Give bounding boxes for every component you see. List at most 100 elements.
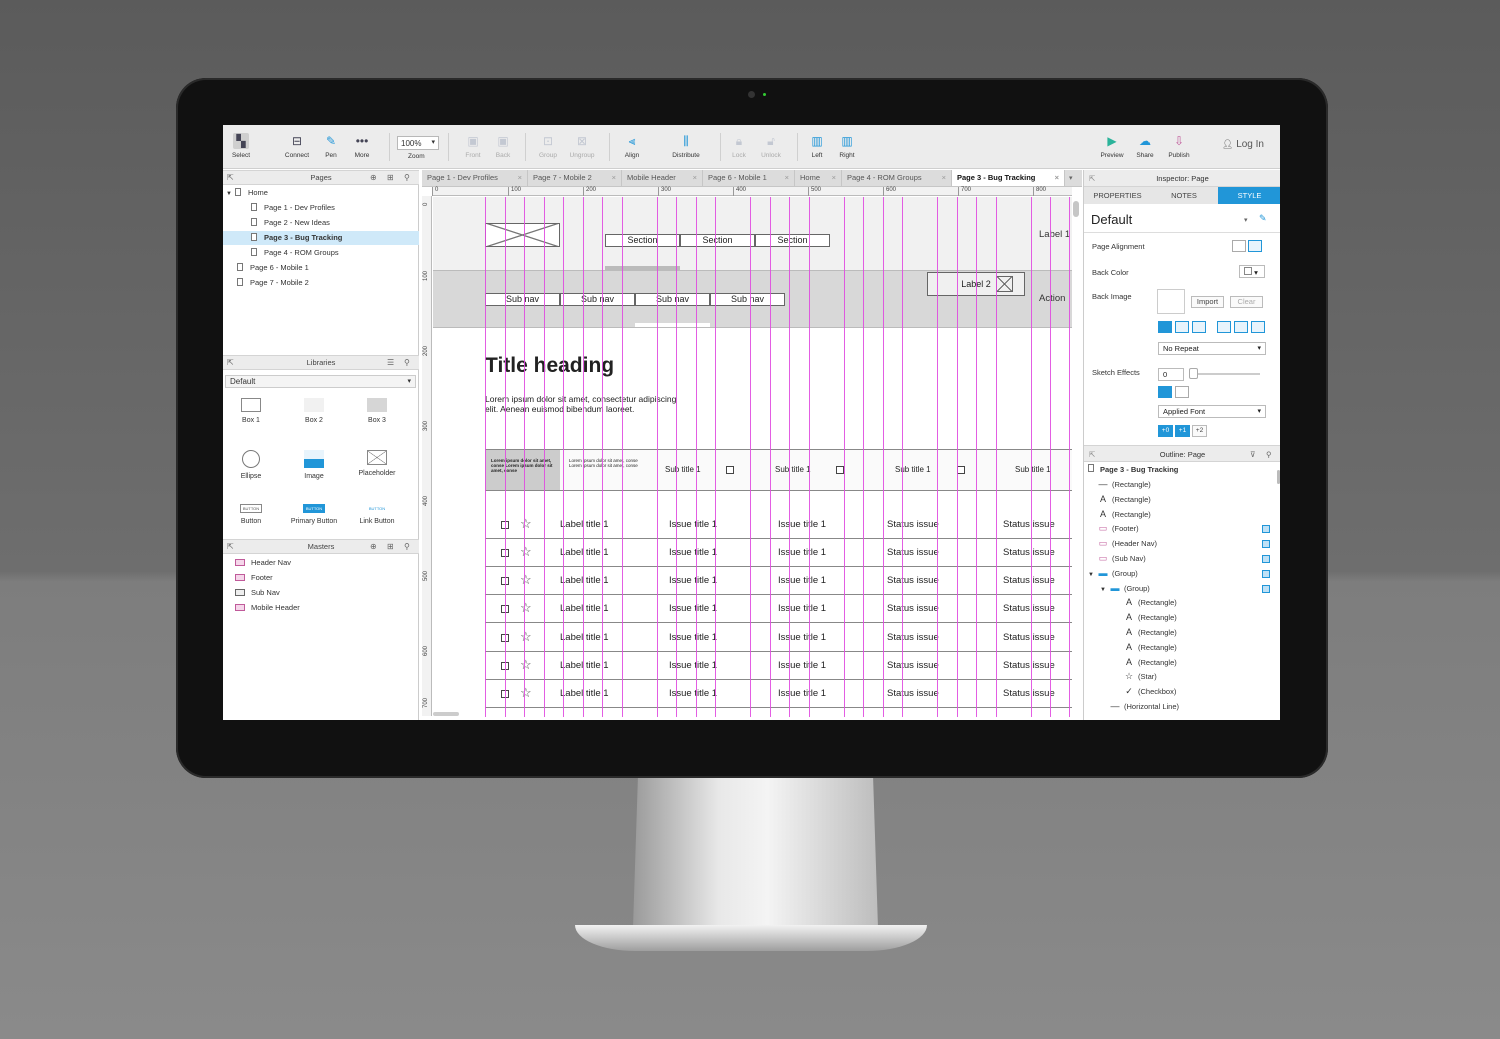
font-step-1[interactable]: +1 <box>1175 425 1190 437</box>
zoom-select[interactable]: 100% ▾ <box>397 136 439 150</box>
star-icon[interactable]: ☆ <box>520 600 532 616</box>
header-checkbox[interactable] <box>836 466 844 474</box>
close-icon[interactable]: × <box>612 170 616 186</box>
page-tree-item[interactable]: Page 6 - Mobile 1 <box>237 261 309 275</box>
master-item[interactable]: Footer <box>235 571 273 585</box>
outline-item[interactable]: — (Rectangle) <box>1098 477 1151 492</box>
outline-root[interactable]: Page 3 - Bug Tracking <box>1088 462 1178 477</box>
header-checkbox[interactable] <box>726 466 734 474</box>
align-left-page-icon[interactable] <box>1232 240 1246 252</box>
login-button[interactable]: 👤︎ Log In <box>1222 139 1264 150</box>
design-canvas[interactable]: Section Section Section Label 1 Sub nav … <box>433 197 1072 717</box>
star-icon[interactable]: ☆ <box>520 544 532 560</box>
back-button[interactable]: ▣ Back <box>483 133 523 159</box>
repeat-select[interactable]: No Repeat ▾ <box>1158 342 1266 355</box>
tab-style[interactable]: STYLE <box>1218 187 1280 204</box>
master-item[interactable]: Header Nav <box>235 556 291 570</box>
widget-link-button[interactable]: BUTTON Link Button <box>347 504 407 525</box>
collapse-icon[interactable]: ⇱ <box>227 540 234 553</box>
publish-button[interactable]: ⇩ Publish <box>1159 133 1199 159</box>
widget-primary-button[interactable]: BUTTON Primary Button <box>284 504 344 525</box>
outline-scrollbar[interactable] <box>1277 470 1280 484</box>
add-folder-icon[interactable]: ⊞ <box>387 171 394 184</box>
subnav-button[interactable]: Sub nav <box>560 293 635 306</box>
widget-box1[interactable]: Box 1 <box>223 398 281 424</box>
tabs-dropdown-icon[interactable]: ▾ <box>1069 174 1081 184</box>
align-button[interactable]: ⫷ Align <box>612 133 652 160</box>
back-color-picker[interactable]: ▾ <box>1239 265 1265 278</box>
triangle-down-icon[interactable]: ▼ <box>1100 587 1106 593</box>
action-link[interactable]: Action <box>1039 293 1065 304</box>
sketch-value-input[interactable]: 0 <box>1158 368 1184 381</box>
library-select[interactable]: Default ▾ <box>225 375 416 388</box>
page-tree-item[interactable]: Page 2 - New Ideas <box>251 216 330 230</box>
page-tree-item[interactable]: ▼ Home <box>226 186 268 200</box>
widget-box3[interactable]: Box 3 <box>347 398 407 424</box>
page-tree-item[interactable]: Page 3 - Bug Tracking <box>251 231 342 245</box>
star-icon[interactable]: ☆ <box>520 657 532 673</box>
image-align-icon[interactable] <box>1175 321 1189 333</box>
tab-page4[interactable]: Page 4 - ROM Groups × <box>842 170 952 186</box>
master-item[interactable]: Mobile Header <box>235 601 300 615</box>
search-icon[interactable]: ⚲ <box>1266 446 1272 463</box>
triangle-down-icon[interactable]: ▼ <box>1088 572 1094 578</box>
close-icon[interactable]: × <box>785 170 789 186</box>
master-item[interactable]: Sub Nav <box>235 586 280 600</box>
widget-button[interactable]: BUTTON Button <box>223 504 281 525</box>
close-icon[interactable]: × <box>518 170 522 186</box>
ungroup-button[interactable]: ⊠ Ungroup <box>562 133 602 159</box>
subnav-button[interactable]: Sub nav <box>710 293 785 306</box>
section-button[interactable]: Section <box>680 234 755 247</box>
outline-item[interactable]: ▭ (Header Nav) <box>1098 536 1157 551</box>
outline-item[interactable]: ▼ ▬ (Group) <box>1088 566 1138 581</box>
star-icon[interactable]: ☆ <box>520 629 532 645</box>
unlock-button[interactable]: 🔓︎ Unlock <box>751 133 791 160</box>
tab-notes[interactable]: NOTES <box>1151 187 1217 204</box>
close-icon[interactable]: × <box>1055 170 1059 186</box>
logo-placeholder[interactable] <box>485 223 560 247</box>
outline-item[interactable]: A (Rectangle) <box>1124 610 1177 625</box>
collapse-icon[interactable]: ⇱ <box>227 356 234 369</box>
outline-item[interactable]: ▭ (Sub Nav) <box>1098 551 1146 566</box>
sketch-gray-icon[interactable] <box>1175 386 1189 398</box>
menu-icon[interactable]: ☰ <box>387 356 394 369</box>
section-button[interactable]: Section <box>605 234 680 247</box>
outline-item[interactable]: ▼ ▬ (Group) <box>1100 581 1150 596</box>
search-icon[interactable]: ⚲ <box>404 540 410 553</box>
style-name[interactable]: Default <box>1091 212 1132 227</box>
page-tree-item[interactable]: Page 4 - ROM Groups <box>251 246 339 260</box>
add-folder-icon[interactable]: ⊞ <box>387 540 394 553</box>
clear-button[interactable]: Clear <box>1230 296 1263 308</box>
add-master-icon[interactable]: ⊕ <box>370 540 377 553</box>
star-icon[interactable]: ☆ <box>520 516 532 532</box>
outline-item[interactable]: A (Rectangle) <box>1124 655 1177 670</box>
chevron-down-icon[interactable]: ▾ <box>1244 216 1248 224</box>
select-tool[interactable]: ▚ Select <box>223 133 261 159</box>
horizontal-scrollbar[interactable] <box>433 712 459 716</box>
outline-item[interactable]: A (Rectangle) <box>1098 492 1151 507</box>
filter-icon[interactable]: ⊽ <box>1250 446 1256 463</box>
header-checkbox[interactable] <box>957 466 965 474</box>
page-tree-item[interactable]: Page 1 - Dev Profiles <box>251 201 335 215</box>
widget-image[interactable]: Image <box>284 450 344 480</box>
align-center-page-icon[interactable] <box>1248 240 1262 252</box>
sketch-slider-track[interactable] <box>1190 373 1260 375</box>
close-icon[interactable]: × <box>832 170 836 186</box>
search-icon[interactable]: ⚲ <box>404 356 410 369</box>
outline-item[interactable]: ✓ (Checkbox) <box>1124 684 1176 699</box>
star-icon[interactable]: ☆ <box>520 685 532 701</box>
tab-page6[interactable]: Page 6 - Mobile 1 × <box>703 170 795 186</box>
vertical-scrollbar[interactable] <box>1073 201 1079 217</box>
page-tree-item[interactable]: Page 7 - Mobile 2 <box>237 276 309 290</box>
tab-page1[interactable]: Page 1 - Dev Profiles × <box>422 170 528 186</box>
image-valign-icon[interactable] <box>1217 321 1231 333</box>
close-icon[interactable]: × <box>693 170 697 186</box>
widget-ellipse[interactable]: Ellipse <box>223 450 281 480</box>
outline-item[interactable]: — (Horizontal Line) <box>1110 699 1180 714</box>
image-valign-icon[interactable] <box>1251 321 1265 333</box>
image-align-icon[interactable] <box>1158 321 1172 333</box>
image-valign-icon[interactable] <box>1234 321 1248 333</box>
widget-box2[interactable]: Box 2 <box>284 398 344 424</box>
sketch-slider-handle[interactable] <box>1189 368 1198 379</box>
search-icon[interactable]: ⚲ <box>404 171 410 184</box>
